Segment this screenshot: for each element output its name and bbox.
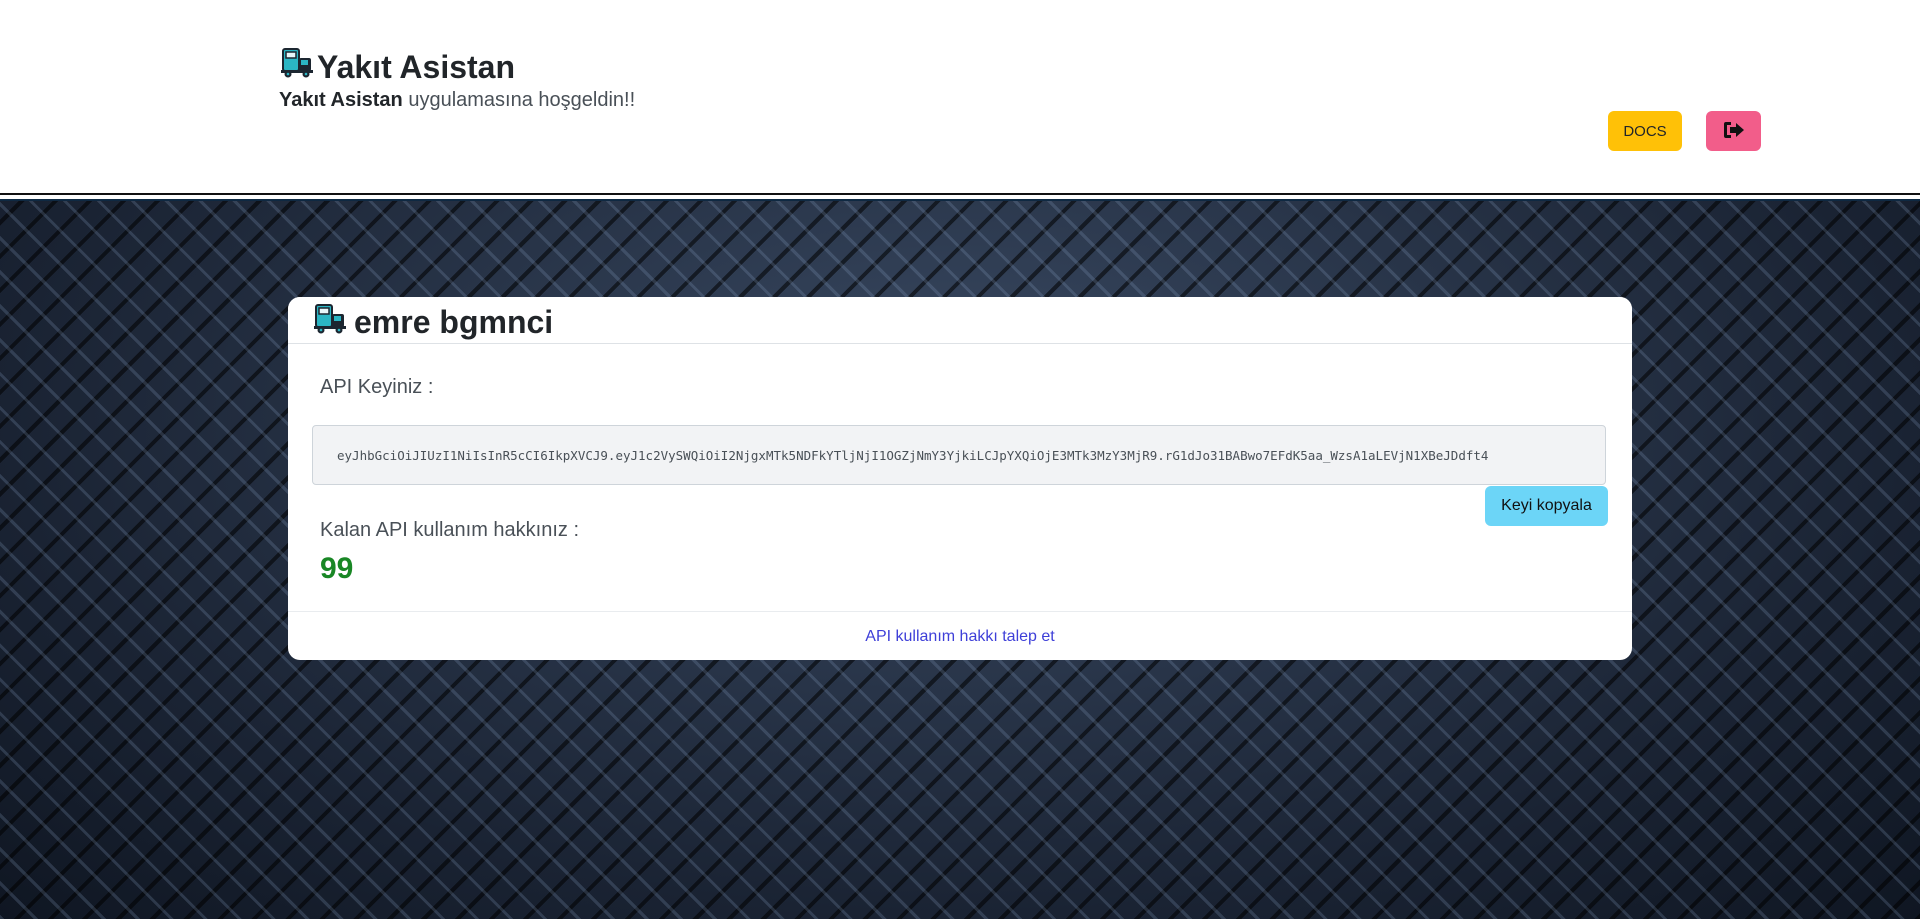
fuel-truck-icon [312,302,348,339]
welcome-app-name: Yakıt Asistan [279,89,403,111]
fuel-truck-icon [279,46,315,87]
docs-button[interactable]: DOCS [1608,111,1682,151]
remaining-usage-value: 99 [320,552,354,585]
request-usage-link[interactable]: API kullanım hakkı talep et [865,628,1054,646]
copy-key-button[interactable]: Keyi kopyala [1485,486,1608,526]
welcome-text: uygulamasına hoşgeldin!! [402,89,636,111]
app-title: Yakıt Asistan [279,46,635,87]
brand: Yakıt Asistan Yakıt Asistan uygulamasına… [279,46,635,113]
welcome-message: Yakıt Asistan uygulamasına hoşgeldin!! [279,87,635,113]
remaining-usage-label: Kalan API kullanım hakkınız : [320,519,580,541]
user-name: emre bgmnci [354,303,554,340]
header-divider [0,193,1920,195]
card-footer: API kullanım hakkı talep et [288,611,1632,660]
sign-out-icon [1723,121,1745,142]
api-card: emre bgmnci API Keyiniz : eyJhbGciOiJIUz… [288,297,1632,660]
api-key-field[interactable]: eyJhbGciOiJIUzI1NiIsInR5cCI6IkpXVCJ9.eyJ… [312,425,1606,485]
api-key-label: API Keyiniz : [320,376,434,398]
logout-button[interactable] [1706,111,1761,151]
card-header: emre bgmnci [288,297,1632,344]
top-header: Yakıt Asistan Yakıt Asistan uygulamasına… [0,0,1920,193]
